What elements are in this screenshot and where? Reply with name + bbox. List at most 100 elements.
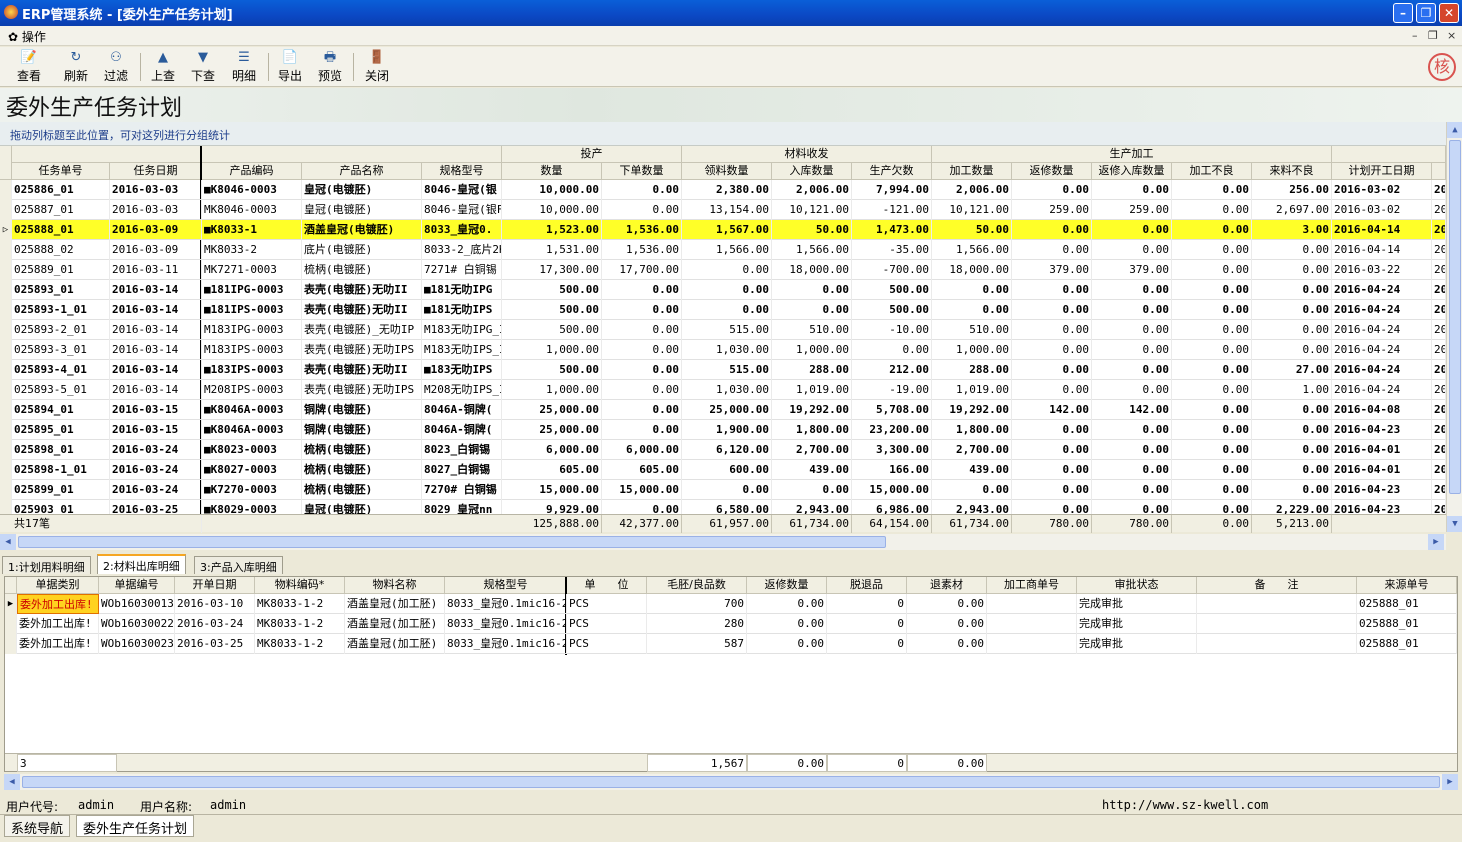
- column-header[interactable]: [1432, 163, 1446, 180]
- table-row[interactable]: 025893-5_01 2016-03-14 M208IPS-0003 表壳(电镀胚)…: [0, 380, 1446, 400]
- mdi-close-button[interactable]: ×: [1447, 29, 1456, 42]
- column-header[interactable]: 开单日期: [175, 577, 255, 594]
- column-header[interactable]: 数量: [502, 163, 602, 180]
- table-row[interactable]: 025886_01 2016-03-03 ■K8046-0003 皇冠(电镀胚) 804…: [0, 180, 1446, 200]
- table-row[interactable]: 025893-4_01 2016-03-14 ■183IPS-0003 表壳(电镀胚)…: [0, 360, 1446, 380]
- table-row[interactable]: 委外加工出库! WOb16030022 2016-03-24 MK8033-1-2 酒盖…: [5, 614, 1457, 634]
- table-row[interactable]: ▶ 委外加工出库! WOb16030013 2016-03-10 MK8033-1-2 酒…: [5, 594, 1457, 614]
- column-header[interactable]: 来源单号: [1357, 577, 1457, 594]
- down-query-button[interactable]: ▼ 下查: [184, 49, 222, 85]
- vertical-scroll-thumb[interactable]: [1449, 140, 1461, 494]
- website-link[interactable]: http://www.sz-kwell.com: [1102, 798, 1268, 812]
- mdi-restore-button[interactable]: ❐: [1428, 29, 1438, 42]
- summary-value: 780.00: [1092, 515, 1172, 533]
- column-header[interactable]: 生产欠数: [852, 163, 932, 180]
- column-header[interactable]: 单据类别: [17, 577, 99, 594]
- table-row[interactable]: 025893-3_01 2016-03-14 M183IPS-0003 表壳(电镀胚)…: [0, 340, 1446, 360]
- column-header[interactable]: 入库数量: [772, 163, 852, 180]
- table-cell: 0.00: [1252, 240, 1332, 260]
- scroll-left-icon[interactable]: ◀: [4, 774, 20, 790]
- column-header[interactable]: 规格型号: [422, 163, 502, 180]
- main-vertical-scrollbar[interactable]: ▲ ▼: [1446, 122, 1462, 532]
- main-horizontal-scrollbar[interactable]: ◀ ▶: [0, 534, 1446, 550]
- column-header[interactable]: 任务单号: [12, 163, 110, 180]
- up-query-button[interactable]: ▲ 上查: [144, 49, 182, 85]
- table-row[interactable]: ▷ 025888_01 2016-03-09 ■K8033-1 酒盖皇冠(电镀胚) 803…: [0, 220, 1446, 240]
- close-button[interactable]: 🚪 关闭: [358, 49, 396, 85]
- column-header[interactable]: 返修入库数量: [1092, 163, 1172, 180]
- column-header[interactable]: 来料不良: [1252, 163, 1332, 180]
- table-row[interactable]: 025894_01 2016-03-15 ■K8046A-0003 铜牌(电镀胚) 80…: [0, 400, 1446, 420]
- column-header[interactable]: 产品名称: [302, 163, 422, 180]
- table-row[interactable]: 025893_01 2016-03-14 ■181IPG-0003 表壳(电镀胚)无叻…: [0, 280, 1446, 300]
- detail-horizontal-scrollbar[interactable]: ◀ ▶: [4, 774, 1458, 790]
- table-cell: 025898_01: [12, 440, 110, 460]
- task-system-navigation[interactable]: 系统导航: [4, 815, 71, 837]
- row-indicator: [0, 380, 12, 400]
- table-row[interactable]: 025898_01 2016-03-24 ■K8023-0003 梳柄(电镀胚) 802…: [0, 440, 1446, 460]
- table-row[interactable]: 025899_01 2016-03-24 ■K7270-0003 梳柄(电镀胚) 727…: [0, 480, 1446, 500]
- minimize-button[interactable]: –: [1393, 3, 1413, 23]
- table-cell: PCS: [567, 634, 647, 654]
- table-row[interactable]: 025889_01 2016-03-11 MK7271-0003 梳柄(电镀胚) 727…: [0, 260, 1446, 280]
- export-button[interactable]: 📄 导出: [271, 49, 309, 85]
- table-row[interactable]: 025903_01 2016-03-25 ■K8029-0003 皇冠(电镀胚) 802…: [0, 500, 1446, 514]
- scroll-left-icon[interactable]: ◀: [0, 534, 16, 550]
- scroll-right-icon[interactable]: ▶: [1428, 534, 1444, 550]
- column-header[interactable]: 规格型号: [445, 577, 567, 594]
- table-row[interactable]: 025888_02 2016-03-09 MK8033-2 底片(电镀胚) 8033-2…: [0, 240, 1446, 260]
- table-row[interactable]: 025895_01 2016-03-15 ■K8046A-0003 铜牌(电镀胚) 80…: [0, 420, 1446, 440]
- tab-plan-materials[interactable]: 1:计划用料明细: [2, 556, 91, 574]
- column-header[interactable]: 领料数量: [682, 163, 772, 180]
- scroll-down-icon[interactable]: ▼: [1447, 516, 1462, 532]
- detail-button[interactable]: ☰ 明细: [225, 49, 263, 85]
- table-cell: 0.00: [682, 300, 772, 320]
- column-header[interactable]: 备 注: [1197, 577, 1357, 594]
- column-header[interactable]: 下单数量: [602, 163, 682, 180]
- column-header[interactable]: 加工商单号: [987, 577, 1077, 594]
- group-by-area[interactable]: 拖动列标题至此位置，可对这列进行分组统计: [0, 122, 1446, 146]
- scroll-up-icon[interactable]: ▲: [1447, 122, 1462, 138]
- mdi-minimize-button[interactable]: –: [1412, 29, 1418, 42]
- column-header[interactable]: 毛胚/良品数: [647, 577, 747, 594]
- preview-button[interactable]: 🖶 预览: [311, 49, 349, 85]
- maximize-button[interactable]: ❐: [1416, 3, 1436, 23]
- column-header[interactable]: 退素材: [907, 577, 987, 594]
- table-cell: 17,700.00: [602, 260, 682, 280]
- column-header[interactable]: 脱退品: [827, 577, 907, 594]
- close-window-button[interactable]: ✕: [1439, 3, 1459, 23]
- column-header[interactable]: 任务日期: [110, 163, 202, 180]
- column-header[interactable]: 计划开工日期: [1332, 163, 1432, 180]
- horizontal-scroll-thumb[interactable]: [22, 776, 1440, 788]
- column-header[interactable]: 加工数量: [932, 163, 1012, 180]
- scroll-right-icon[interactable]: ▶: [1442, 774, 1458, 790]
- column-header[interactable]: 单据编号: [99, 577, 175, 594]
- horizontal-scroll-thumb[interactable]: [18, 536, 886, 548]
- column-header[interactable]: 审批状态: [1077, 577, 1197, 594]
- column-header[interactable]: 加工不良: [1172, 163, 1252, 180]
- column-header[interactable]: 返修数量: [1012, 163, 1092, 180]
- table-row[interactable]: 025893-2_01 2016-03-14 M183IPG-0003 表壳(电镀胚)…: [0, 320, 1446, 340]
- table-cell: 2,943.00: [932, 500, 1012, 514]
- filter-label: 过滤: [103, 69, 128, 83]
- row-indicator: [0, 440, 12, 460]
- refresh-button[interactable]: ↻ 刷新: [57, 49, 95, 85]
- table-row[interactable]: 委外加工出库! WOb16030023 2016-03-25 MK8033-1-2 酒盖…: [5, 634, 1457, 654]
- column-header[interactable]: 返修数量: [747, 577, 827, 594]
- tab-product-inbound[interactable]: 3:产品入库明细: [194, 556, 283, 574]
- column-header[interactable]: 物料编码*: [255, 577, 345, 594]
- tab-material-outbound[interactable]: 2:材料出库明细: [97, 554, 186, 574]
- filter-button[interactable]: ⚇ 过滤: [97, 49, 135, 85]
- column-header[interactable]: 产品编码: [202, 163, 302, 180]
- table-row[interactable]: 025893-1_01 2016-03-14 ■181IPS-0003 表壳(电镀胚)…: [0, 300, 1446, 320]
- task-outsourcing-plan[interactable]: 委外生产任务计划: [76, 815, 195, 837]
- row-indicator: [0, 340, 12, 360]
- table-row[interactable]: 025898-1_01 2016-03-24 ■K8027-0003 梳柄(电镀胚) 8…: [0, 460, 1446, 480]
- column-header[interactable]: 单 位: [567, 577, 647, 594]
- table-row[interactable]: 025887_01 2016-03-03 MK8046-0003 皇冠(电镀胚) 804…: [0, 200, 1446, 220]
- audit-seal-icon[interactable]: 核: [1428, 53, 1456, 81]
- view-button[interactable]: 📝 查看: [10, 49, 48, 85]
- table-cell: 212.00: [852, 360, 932, 380]
- menu-operate[interactable]: ✿ 操作: [8, 28, 46, 45]
- column-header[interactable]: 物料名称: [345, 577, 445, 594]
